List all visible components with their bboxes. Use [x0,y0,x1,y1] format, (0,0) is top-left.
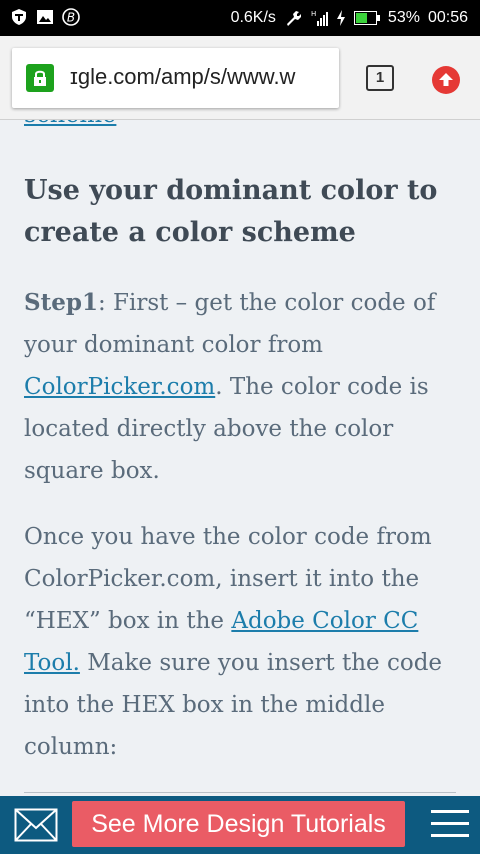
url-bar[interactable]: ɪgle.com/amp/s/www.w [12,48,339,108]
step1-paragraph: Step1: First – get the color code of you… [24,282,464,492]
charging-icon [336,10,345,26]
see-more-tutorials-button[interactable]: See More Design Tutorials [72,801,405,847]
para2-text-2: Make sure you insert the code into the H… [24,650,443,760]
vpn-shield-icon [12,9,26,25]
battery-icon [353,11,380,25]
article-content[interactable]: scheme Use your dominant color to create… [0,120,480,796]
hex-instructions-paragraph: Once you have the color code from ColorP… [24,516,464,768]
signal-icon: H [311,10,328,26]
gallery-icon [37,10,53,24]
svg-text:H: H [311,10,316,18]
network-speed: 0.6K/s [230,9,276,26]
clock: 00:56 [427,9,468,26]
bitcoin-icon: B [62,8,80,26]
svg-text:B: B [67,11,75,25]
divider [24,792,456,793]
mail-icon[interactable] [14,808,58,842]
bottom-bar: See More Design Tutorials [0,796,480,854]
section-heading: Use your dominant color to create a colo… [24,175,438,248]
previous-section-link[interactable]: scheme [24,120,116,128]
step-label: Step1 [24,289,98,316]
status-bar: B 0.6K/s H 53% 00:56 [0,0,480,36]
lock-icon[interactable] [26,64,54,92]
battery-percent: 53% [387,9,420,26]
update-arrow-icon[interactable] [432,66,460,94]
tabs-button[interactable]: 1 [366,65,394,91]
colorpicker-link[interactable]: ColorPicker.com [24,374,215,400]
menu-icon[interactable] [431,810,469,840]
url-text[interactable]: ɪgle.com/amp/s/www.w [70,64,332,90]
browser-toolbar: ɪgle.com/amp/s/www.w 1 [0,36,480,120]
wrench-icon [286,11,301,26]
